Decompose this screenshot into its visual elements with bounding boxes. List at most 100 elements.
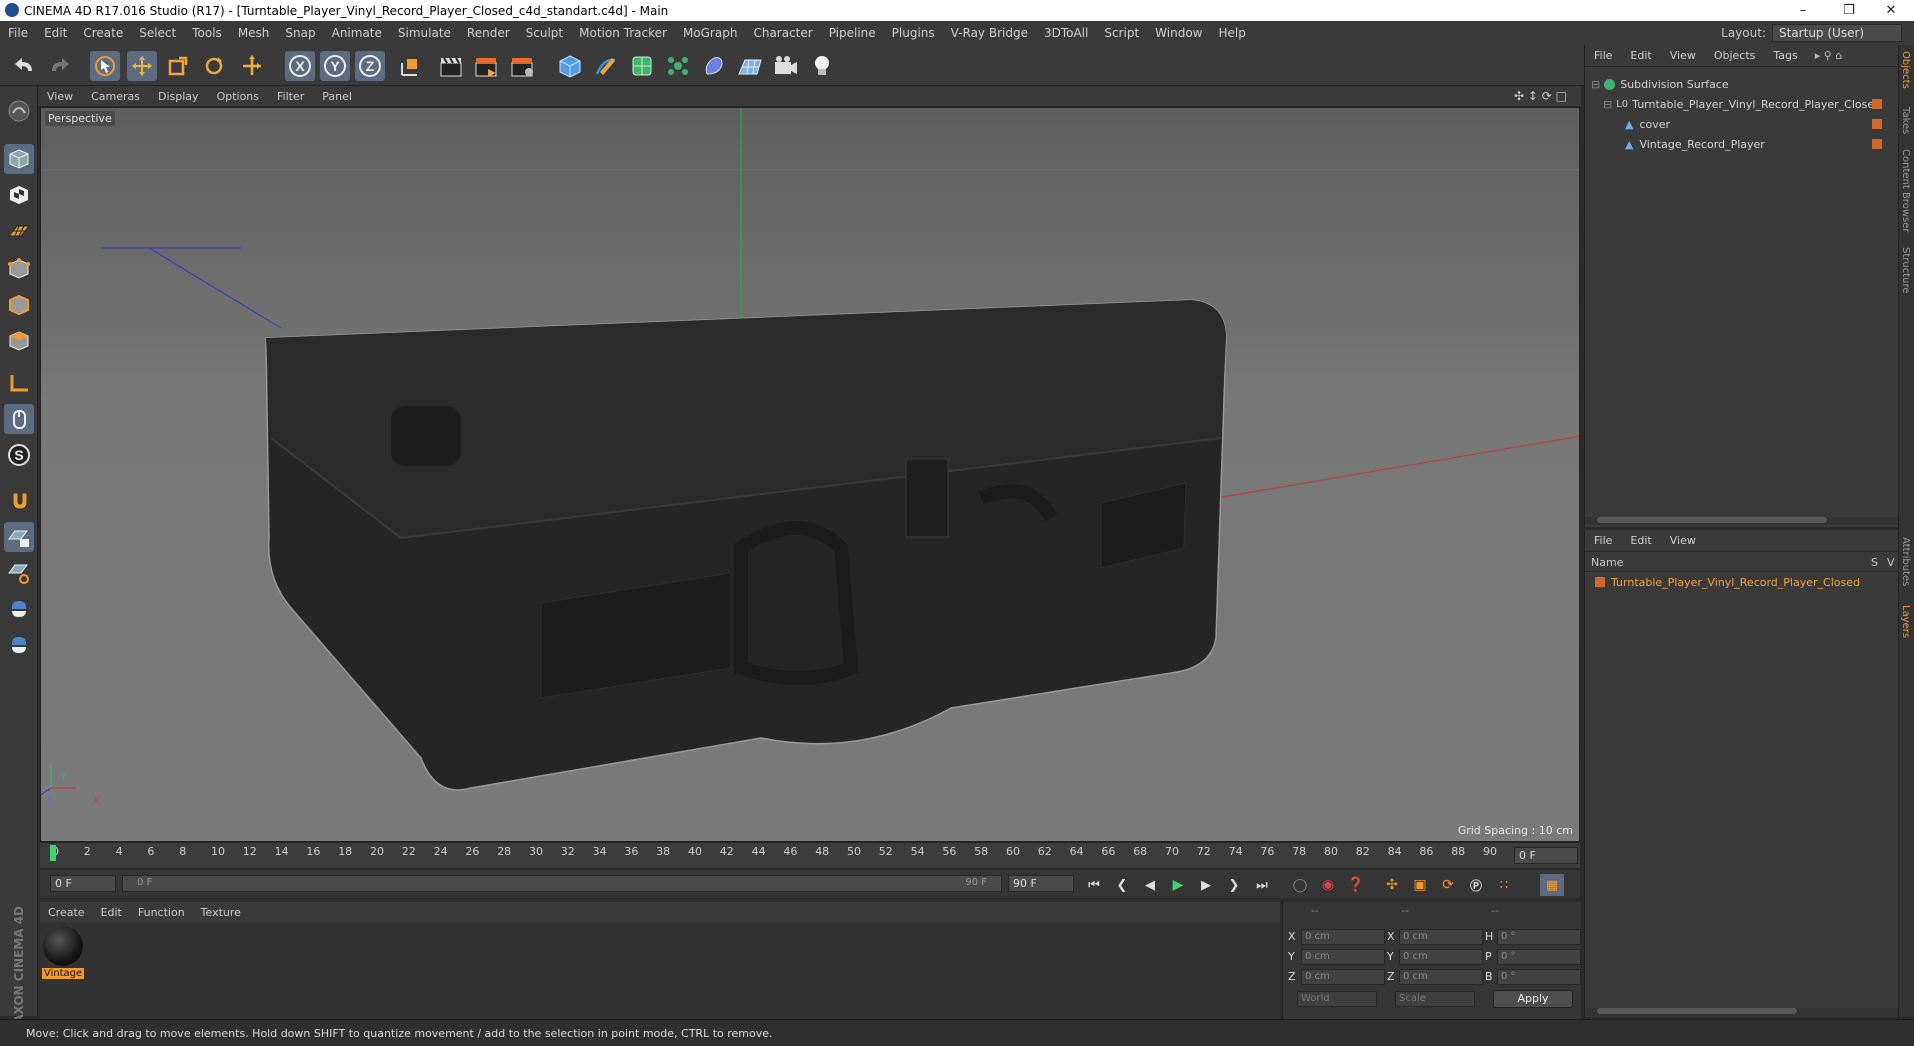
menu-snap[interactable]: Snap bbox=[277, 26, 323, 40]
object-row-cover[interactable]: ▲ cover bbox=[1585, 114, 1885, 134]
workplane-mode-button[interactable] bbox=[4, 216, 34, 246]
transform-tool-button[interactable] bbox=[237, 51, 267, 81]
restore-button[interactable]: ❐ bbox=[1826, 0, 1872, 21]
size-y-field[interactable]: 0 cm bbox=[1399, 949, 1483, 965]
y-axis-lock-button[interactable]: Y bbox=[320, 51, 350, 81]
menu-create[interactable]: Create bbox=[75, 26, 131, 40]
size-z-field[interactable]: 0 cm bbox=[1399, 969, 1483, 985]
next-key-button[interactable]: ❯ bbox=[1222, 874, 1246, 896]
material-menu-function[interactable]: Function bbox=[130, 906, 193, 919]
layer-color-tag[interactable] bbox=[1872, 139, 1882, 149]
locked-workplane-button[interactable] bbox=[4, 522, 34, 552]
layer-color-swatch[interactable] bbox=[1595, 577, 1605, 587]
deformer-button[interactable] bbox=[699, 51, 729, 81]
render-settings-button[interactable] bbox=[508, 51, 538, 81]
python-script-2-button[interactable] bbox=[4, 630, 34, 660]
layout-dropdown[interactable]: Startup (User) bbox=[1772, 24, 1902, 42]
floor-object-button[interactable] bbox=[735, 51, 765, 81]
camera-object-button[interactable] bbox=[771, 51, 801, 81]
menu-help[interactable]: Help bbox=[1210, 26, 1253, 40]
layer-menu-edit[interactable]: Edit bbox=[1621, 534, 1660, 547]
tab-layers[interactable]: Layers bbox=[1900, 605, 1911, 638]
menu-edit[interactable]: Edit bbox=[36, 26, 75, 40]
viewport-menu-display[interactable]: Display bbox=[149, 90, 208, 103]
menu-3dtoall[interactable]: 3DToAll bbox=[1036, 26, 1096, 40]
layer-scrollbar[interactable] bbox=[1585, 1008, 1899, 1016]
close-button[interactable]: ✕ bbox=[1868, 0, 1914, 21]
go-to-start-button[interactable]: ⏮ bbox=[1082, 874, 1106, 896]
scrollbar-thumb[interactable] bbox=[1597, 1008, 1797, 1014]
pos-y-field[interactable]: 0 cm bbox=[1301, 949, 1385, 965]
mograph-cloner-button[interactable] bbox=[663, 51, 693, 81]
menu-mesh[interactable]: Mesh bbox=[230, 26, 278, 40]
collapse-icon[interactable]: ⊟ bbox=[1603, 98, 1612, 111]
pen-spline-button[interactable] bbox=[591, 51, 621, 81]
cube-object-button[interactable] bbox=[555, 51, 585, 81]
timeline-playhead[interactable] bbox=[50, 845, 56, 861]
material-menu-edit[interactable]: Edit bbox=[93, 906, 130, 919]
magnet-tool-button[interactable] bbox=[4, 486, 34, 516]
scale-tool-button[interactable] bbox=[163, 51, 193, 81]
viewport-menu-options[interactable]: Options bbox=[208, 90, 268, 103]
redo-button[interactable] bbox=[44, 51, 74, 81]
menu-sculpt[interactable]: Sculpt bbox=[518, 26, 571, 40]
viewport-nav-icons[interactable]: ✣ ↕ ⟳ □ bbox=[1514, 89, 1567, 103]
tab-structure[interactable]: Structure bbox=[1900, 247, 1911, 294]
tab-content-browser[interactable]: Content Browser bbox=[1900, 149, 1911, 232]
rotate-tool-button[interactable] bbox=[199, 51, 229, 81]
menu-animate[interactable]: Animate bbox=[324, 26, 390, 40]
scrollbar-thumb[interactable] bbox=[1597, 517, 1827, 523]
menu-script[interactable]: Script bbox=[1096, 26, 1147, 40]
model-mode-button[interactable] bbox=[4, 144, 34, 174]
tab-takes[interactable]: Takes bbox=[1900, 107, 1911, 134]
tweak-mode-button[interactable] bbox=[4, 404, 34, 434]
timeline-ruler[interactable]: 0246810121416182022242628303234363840424… bbox=[40, 842, 1580, 868]
subdivision-surface-button[interactable] bbox=[627, 51, 657, 81]
current-frame-field[interactable]: 0 F bbox=[1514, 847, 1578, 864]
object-row-turntable[interactable]: ⊟ L0 Turntable_Player_Vinyl_Record_Playe… bbox=[1585, 94, 1885, 114]
tab-attributes[interactable]: Attributes bbox=[1900, 537, 1911, 586]
play-button[interactable]: ▶ bbox=[1166, 874, 1190, 896]
menu-character[interactable]: Character bbox=[745, 26, 820, 40]
layer-color-tag[interactable] bbox=[1872, 119, 1882, 129]
planar-workplane-button[interactable] bbox=[4, 558, 34, 588]
previous-key-button[interactable]: ❮ bbox=[1110, 874, 1134, 896]
perspective-viewport[interactable]: Perspective Y Z X Grid Spacing : 10 cm bbox=[40, 107, 1580, 842]
z-axis-lock-button[interactable]: Z bbox=[355, 51, 385, 81]
snap-toggle-button[interactable]: S bbox=[4, 440, 34, 470]
x-axis-lock-button[interactable]: X bbox=[285, 51, 315, 81]
key-parameter-button[interactable]: Ⓟ bbox=[1464, 874, 1488, 896]
object-menu-tags[interactable]: Tags bbox=[1764, 49, 1806, 62]
object-menu-file[interactable]: File bbox=[1585, 49, 1621, 62]
coord-mode-dropdown[interactable]: World bbox=[1297, 991, 1377, 1007]
object-scrollbar[interactable] bbox=[1585, 517, 1899, 525]
end-frame-field[interactable]: 90 F bbox=[1008, 875, 1074, 892]
menu-simulate[interactable]: Simulate bbox=[390, 26, 459, 40]
menu-tools[interactable]: Tools bbox=[184, 26, 230, 40]
light-object-button[interactable] bbox=[807, 51, 837, 81]
render-to-picture-viewer-button[interactable] bbox=[472, 51, 502, 81]
menu-motion-tracker[interactable]: Motion Tracker bbox=[571, 26, 675, 40]
object-menu-edit[interactable]: Edit bbox=[1621, 49, 1660, 62]
viewport-menu-view[interactable]: View bbox=[38, 90, 82, 103]
object-toolbar-icons[interactable]: ▸ ⚲ ⌂ bbox=[1815, 49, 1843, 62]
live-selection-button[interactable] bbox=[90, 51, 120, 81]
menu-vray-bridge[interactable]: V-Ray Bridge bbox=[943, 26, 1036, 40]
frame-range-slider[interactable]: 0 F 90 F bbox=[122, 875, 1002, 892]
menu-plugins[interactable]: Plugins bbox=[884, 26, 943, 40]
axis-mode-button[interactable] bbox=[4, 368, 34, 398]
key-pla-button[interactable]: ∷ bbox=[1492, 874, 1516, 896]
key-scale-button[interactable]: ▣ bbox=[1408, 874, 1432, 896]
rot-b-field[interactable]: 0 ° bbox=[1497, 969, 1581, 985]
object-menu-view[interactable]: View bbox=[1661, 49, 1705, 62]
move-tool-button[interactable] bbox=[127, 51, 157, 81]
key-position-button[interactable]: ✣ bbox=[1380, 874, 1404, 896]
layer-menu-file[interactable]: File bbox=[1585, 534, 1621, 547]
rot-p-field[interactable]: 0 ° bbox=[1497, 949, 1581, 965]
texture-mode-button[interactable] bbox=[4, 180, 34, 210]
make-editable-button[interactable] bbox=[4, 96, 34, 126]
size-x-field[interactable]: 0 cm bbox=[1399, 929, 1483, 945]
go-to-end-button[interactable]: ⏭ bbox=[1250, 874, 1274, 896]
tab-objects[interactable]: Objects bbox=[1900, 51, 1911, 89]
material-swatch[interactable]: Vintage bbox=[42, 926, 84, 980]
